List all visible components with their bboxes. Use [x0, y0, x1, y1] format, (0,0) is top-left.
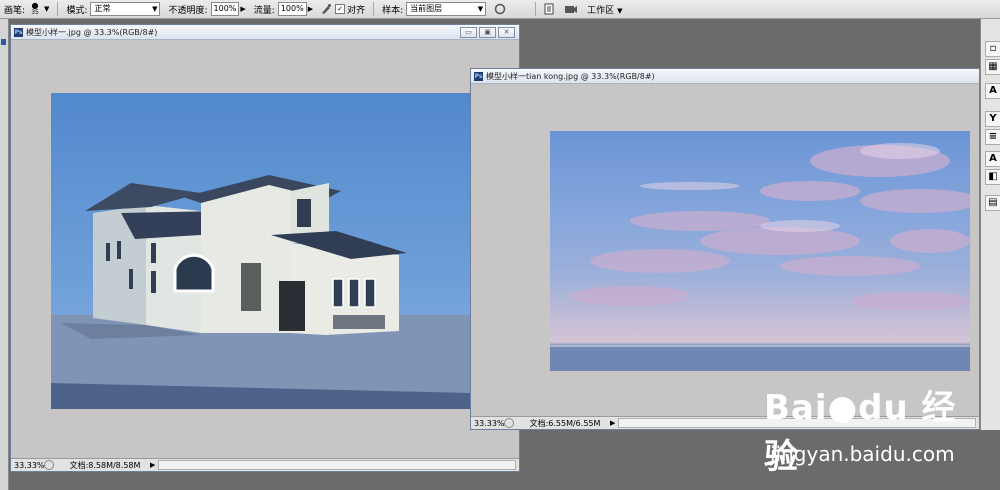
palette-panel-icon[interactable]: ▦ — [985, 59, 1000, 75]
palette-text-icon[interactable]: Y — [985, 111, 1000, 127]
zoom-level[interactable]: 33.33% — [11, 461, 45, 470]
baidu-jingyan-watermark: Bai●du 经验 jingyan.baidu.com — [764, 380, 974, 477]
separator — [373, 2, 375, 16]
document-size: 文档:8.58M/8.58M — [69, 460, 141, 470]
opacity-label: 不透明度: — [168, 5, 208, 16]
window-controls: ▭ ▣ ✕ — [460, 27, 515, 38]
toolbox-marker — [1, 39, 6, 45]
palette-panel-icon[interactable]: ◧ — [985, 169, 1000, 185]
workspace-menu[interactable]: 工作区 ▼ — [587, 3, 622, 16]
ignore-adjustment-layers-icon[interactable] — [494, 3, 506, 15]
aligned-label: 对齐 — [347, 5, 366, 16]
chevron-down-icon: ▼ — [477, 5, 484, 13]
watermark-url: jingyan.baidu.com — [770, 442, 955, 466]
document-window-sky[interactable]: Ps 模型小样一tian kong.jpg @ 33.3%(RGB/8#) 33… — [470, 68, 980, 430]
sky-photo-image — [550, 143, 970, 371]
sample-value: 当前图层 — [410, 4, 443, 13]
window-title-bar[interactable]: Ps 模型小样一.jpg @ 33.3%(RGB/8#) ▭ ▣ ✕ — [11, 25, 519, 40]
flow-label: 流量: — [253, 5, 275, 16]
close-button[interactable]: ✕ — [498, 27, 515, 38]
window-title: 模型小样一tian kong.jpg @ 33.3%(RGB/8#) — [486, 71, 655, 81]
horizontal-scrollbar[interactable] — [158, 460, 516, 470]
window-title: 模型小样一.jpg @ 33.3%(RGB/8#) — [26, 27, 158, 37]
separator — [57, 2, 59, 16]
status-bar: 33.33% 文档:8.58M/8.58M ▶ — [11, 458, 519, 471]
opacity-input[interactable]: 100% — [210, 2, 240, 16]
document-size: 文档:6.55M/6.55M — [529, 418, 601, 428]
sky-image-canvas[interactable] — [550, 131, 970, 371]
opacity-slider-arrow-icon[interactable]: ▶ — [240, 5, 245, 13]
palette-panel-icon[interactable]: ≡ — [985, 129, 1000, 145]
brush-label: 画笔: — [4, 5, 26, 16]
sample-select[interactable]: 当前图层 ▼ — [406, 2, 487, 16]
brush-preset-picker[interactable]: ● 35 — [28, 2, 42, 16]
toolbox-edge — [0, 19, 9, 490]
photoshop-doc-icon: Ps — [14, 27, 23, 37]
status-info-icon[interactable] — [504, 418, 514, 428]
document-icon[interactable] — [543, 3, 555, 15]
flow-slider-arrow-icon[interactable]: ▶ — [308, 5, 313, 13]
options-bar: 画笔: ● 35 ▼ 模式: 正常 ▼ 不透明度: 100% ▶ 流量: 100… — [0, 0, 1000, 19]
palette-panel-icon[interactable]: ▤ — [985, 195, 1000, 211]
sample-label: 样本: — [382, 5, 404, 16]
status-menu-arrow-icon[interactable]: ▶ — [610, 419, 615, 427]
house-image-canvas[interactable] — [51, 93, 471, 409]
airbrush-icon[interactable] — [320, 3, 332, 15]
house-render-image — [51, 175, 471, 409]
separator — [535, 2, 537, 16]
mode-label: 模式: — [66, 5, 88, 16]
palette-well: ▫ ▦ A Y ≡ A ◧ ▤ — [980, 19, 1000, 430]
status-info-icon[interactable] — [44, 460, 54, 470]
window-title-bar[interactable]: Ps 模型小样一tian kong.jpg @ 33.3%(RGB/8#) — [471, 69, 979, 84]
status-menu-arrow-icon[interactable]: ▶ — [150, 461, 155, 469]
palette-text-icon[interactable]: A — [985, 83, 1000, 99]
palette-text-icon[interactable]: A — [985, 151, 1000, 167]
chevron-down-icon: ▼ — [152, 5, 158, 13]
maximize-button[interactable]: ▣ — [479, 27, 496, 38]
aligned-checkbox[interactable]: ✓ — [335, 4, 346, 14]
brush-dropdown-arrow-icon[interactable]: ▼ — [44, 5, 49, 13]
brush-size-value: 35 — [31, 9, 39, 16]
palette-panel-icon[interactable]: ▫ — [985, 41, 1000, 57]
minimize-button[interactable]: ▭ — [460, 27, 477, 38]
workspace-label: 工作区 — [587, 5, 615, 16]
bridge-icon[interactable] — [564, 3, 578, 15]
mode-value: 正常 — [94, 4, 111, 13]
flow-input[interactable]: 100% — [277, 2, 307, 16]
chevron-down-icon: ▼ — [617, 6, 623, 15]
photoshop-doc-icon: Ps — [474, 71, 483, 81]
zoom-level[interactable]: 33.33% — [471, 419, 505, 428]
mode-select[interactable]: 正常 ▼ — [90, 2, 161, 16]
document-window-house[interactable]: Ps 模型小样一.jpg @ 33.3%(RGB/8#) ▭ ▣ ✕ 33.33… — [10, 24, 520, 472]
